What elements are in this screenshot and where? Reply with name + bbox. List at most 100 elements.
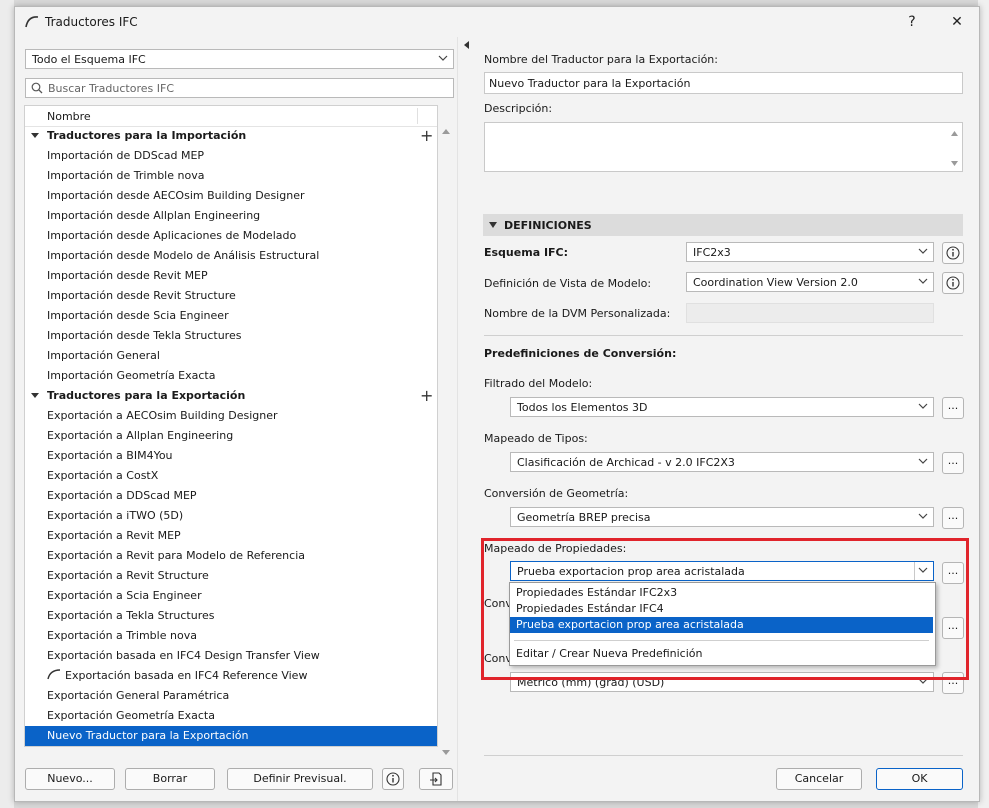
column-divider [417, 108, 418, 124]
list-group-header[interactable]: Traductores para la Importación + [25, 126, 437, 146]
model-filter-more-button[interactable]: ... [942, 397, 964, 419]
translator-name-input[interactable]: Nuevo Traductor para la Exportación [484, 72, 963, 94]
list-item[interactable]: Importación desde Allplan Engineering [25, 206, 437, 226]
import-export-button[interactable] [419, 768, 453, 790]
custom-mvd-input [686, 303, 934, 323]
list-item[interactable]: Exportación a Revit Structure [25, 566, 437, 586]
expand-triangle-icon[interactable] [31, 393, 39, 398]
list-item[interactable]: Exportación General Paramétrica [25, 686, 437, 706]
geometry-more-button[interactable]: ... [942, 507, 964, 529]
info-button[interactable] [382, 768, 404, 790]
new-button[interactable]: Nuevo... [25, 768, 115, 790]
list-item-label: Importación General [47, 349, 160, 362]
geometry-dropdown[interactable]: Geometría BREP precisa [510, 507, 934, 527]
list-item[interactable]: Exportación a CostX [25, 466, 437, 486]
list-item[interactable]: Exportación a Allplan Engineering [25, 426, 437, 446]
list-item-label: Importación de Trimble nova [47, 169, 205, 182]
mvd-label: Definición de Vista de Modelo: [484, 277, 652, 290]
chevron-down-icon [918, 513, 928, 519]
scheme-filter-dropdown[interactable]: Todo el Esquema IFC [25, 49, 454, 69]
column-header-name[interactable]: Nombre [47, 110, 91, 123]
section-collapse-icon [489, 222, 497, 228]
ifc-scheme-info-button[interactable] [942, 242, 964, 264]
set-preview-button[interactable]: Definir Previsual. [227, 768, 373, 790]
add-translator-icon[interactable]: + [420, 387, 433, 405]
list-item[interactable]: Importación Geometría Exacta [25, 366, 437, 386]
textarea-scroll-up-icon[interactable] [950, 129, 959, 138]
list-item-label: Exportación a Revit Structure [47, 569, 209, 582]
list-item-label: Importación desde Aplicaciones de Modela… [47, 229, 297, 242]
list-item-label: Importación desde Revit Structure [47, 289, 236, 302]
definitions-section-title: DEFINICIONES [504, 219, 592, 232]
ifc-scheme-dropdown[interactable]: IFC2x3 [686, 242, 934, 262]
list-item-label: Exportación a Scia Engineer [47, 589, 202, 602]
translator-name-value: Nuevo Traductor para la Exportación [489, 77, 691, 90]
list-scrollbar[interactable] [440, 127, 452, 763]
list-group-header[interactable]: Traductores para la Exportación + [25, 386, 437, 406]
list-item[interactable]: Importación desde Modelo de Análisis Est… [25, 246, 437, 266]
collapse-panel-icon[interactable] [462, 40, 470, 50]
archicad-arc-icon [47, 667, 61, 680]
scroll-up-icon[interactable] [441, 127, 451, 137]
list-item-label: Importación desde Scia Engineer [47, 309, 229, 322]
list-item[interactable]: Importación desde Aplicaciones de Modela… [25, 226, 437, 246]
list-item[interactable]: Nuevo Traductor para la Exportación [25, 726, 437, 746]
list-item[interactable]: Exportación a Revit MEP [25, 526, 437, 546]
list-item[interactable]: Exportación Geometría Exacta [25, 706, 437, 726]
group-label: Traductores para la Importación [47, 129, 247, 142]
cancel-button[interactable]: Cancelar [776, 768, 862, 790]
background-app-left [0, 0, 14, 808]
list-item[interactable]: Exportación basada en IFC4 Design Transf… [25, 646, 437, 666]
description-textarea[interactable] [484, 122, 963, 172]
search-field[interactable]: Buscar Traductores IFC [25, 78, 454, 98]
list-item-label: Exportación a Trimble nova [47, 629, 197, 642]
translator-list: Nombre Traductores para la Importación + I… [24, 105, 438, 747]
list-item-label: Importación desde AECOsim Building Desig… [47, 189, 305, 202]
type-mapping-value: Clasificación de Archicad - v 2.0 IFC2X3 [517, 456, 735, 469]
list-item[interactable]: Importación General [25, 346, 437, 366]
list-item[interactable]: Exportación a DDScad MEP [25, 486, 437, 506]
list-rows: Traductores para la Importación + Importac… [25, 126, 437, 746]
list-item[interactable]: Importación desde Scia Engineer [25, 306, 437, 326]
list-item-label: Exportación basada en IFC4 Reference Vie… [65, 669, 308, 682]
panel-splitter[interactable] [457, 37, 458, 801]
list-item[interactable]: Importación de DDScad MEP [25, 146, 437, 166]
info-icon [946, 246, 960, 260]
list-item[interactable]: Exportación a AECOsim Building Designer [25, 406, 437, 426]
window-title: Traductores IFC [45, 15, 138, 29]
help-button[interactable]: ? [898, 11, 926, 33]
list-item[interactable]: Importación desde Tekla Structures [25, 326, 437, 346]
type-mapping-dropdown[interactable]: Clasificación de Archicad - v 2.0 IFC2X3 [510, 452, 934, 472]
description-label: Descripción: [484, 102, 553, 115]
list-item[interactable]: Importación de Trimble nova [25, 166, 437, 186]
close-button[interactable]: ✕ [943, 11, 971, 33]
add-translator-icon[interactable]: + [420, 127, 433, 145]
list-item[interactable]: Importación desde Revit MEP [25, 266, 437, 286]
list-item-label: Exportación a DDScad MEP [47, 489, 197, 502]
list-item[interactable]: Exportación a Trimble nova [25, 626, 437, 646]
type-mapping-more-button[interactable]: ... [942, 452, 964, 474]
list-item[interactable]: Exportación a BIM4You [25, 446, 437, 466]
list-item[interactable]: Exportación a iTWO (5D) [25, 506, 437, 526]
info-icon [946, 276, 960, 290]
search-placeholder: Buscar Traductores IFC [48, 82, 174, 95]
definitions-section-header[interactable]: DEFINICIONES [483, 214, 963, 236]
chevron-down-icon [918, 278, 928, 284]
list-item[interactable]: Importación desde Revit Structure [25, 286, 437, 306]
scroll-down-icon[interactable] [441, 747, 451, 757]
list-item[interactable]: Exportación a Scia Engineer [25, 586, 437, 606]
title-bar: Traductores IFC ? ✕ [15, 7, 979, 37]
model-filter-dropdown[interactable]: Todos los Elementos 3D [510, 397, 934, 417]
list-item-label: Exportación a BIM4You [47, 449, 173, 462]
ifc-translators-dialog: Traductores IFC ? ✕ Todo el Esquema IFC … [14, 6, 980, 802]
delete-button[interactable]: Borrar [125, 768, 215, 790]
list-item[interactable]: Exportación a Revit para Modelo de Refer… [25, 546, 437, 566]
list-item[interactable]: Importación desde AECOsim Building Desig… [25, 186, 437, 206]
expand-triangle-icon[interactable] [31, 133, 39, 138]
textarea-scroll-down-icon[interactable] [950, 159, 959, 168]
list-item[interactable]: Exportación basada en IFC4 Reference Vie… [25, 666, 437, 686]
list-item[interactable]: Exportación a Tekla Structures [25, 606, 437, 626]
ok-button[interactable]: OK [876, 768, 963, 790]
mvd-info-button[interactable] [942, 272, 964, 294]
mvd-dropdown[interactable]: Coordination View Version 2.0 [686, 272, 934, 292]
